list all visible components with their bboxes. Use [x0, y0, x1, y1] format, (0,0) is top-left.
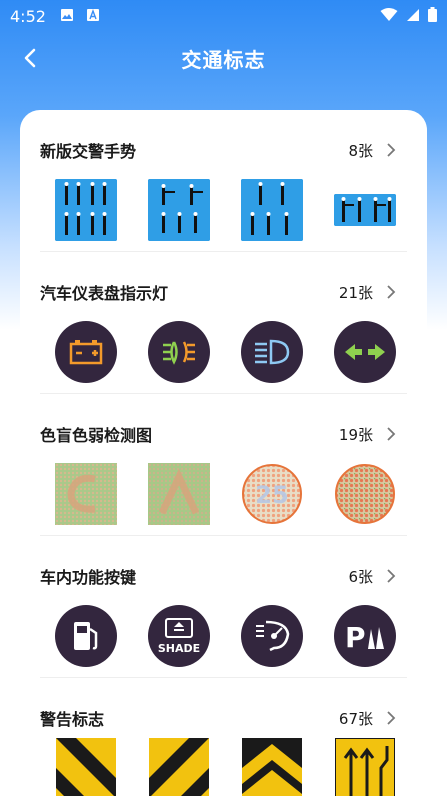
section-title: 色盲色弱检测图	[40, 426, 153, 445]
turn-signal-icon[interactable]	[334, 321, 396, 383]
status-time: 4:52	[10, 6, 46, 26]
warning-sign-4[interactable]	[334, 737, 396, 796]
section-title: 警告标志	[40, 710, 105, 729]
section-warning-signs[interactable]: 警告标志 67张	[40, 678, 407, 796]
battery-warning-icon[interactable]	[55, 321, 117, 383]
back-button[interactable]	[14, 42, 46, 74]
status-bar: 4:52	[0, 0, 447, 32]
warning-sign-3[interactable]	[241, 737, 303, 796]
wifi-icon	[380, 7, 398, 26]
section-count: 6张	[348, 567, 373, 586]
thumbnail-gesture-3[interactable]	[241, 179, 303, 241]
section-color-blindness[interactable]: 色盲色弱检测图 19张 25	[40, 394, 407, 536]
fog-light-icon[interactable]	[148, 321, 210, 383]
section-count: 67张	[338, 709, 373, 728]
section-dashboard-lights[interactable]: 汽车仪表盘指示灯 21张	[40, 252, 407, 394]
thumbnail-gesture-2[interactable]	[148, 179, 210, 241]
fuel-pump-icon[interactable]	[55, 605, 117, 667]
navigation-bar: 交通标志	[0, 34, 447, 82]
section-title: 新版交警手势	[40, 142, 137, 161]
battery-icon	[428, 6, 437, 26]
signal-icon	[406, 7, 420, 26]
parking-sensor-icon[interactable]: P	[334, 605, 396, 667]
section-count: 19张	[338, 425, 373, 444]
svg-text:25: 25	[255, 481, 288, 509]
colorblind-plate-3[interactable]: 25	[241, 463, 303, 525]
section-title: 汽车仪表盘指示灯	[40, 284, 169, 303]
shade-button-icon[interactable]: SHADE	[148, 605, 210, 667]
shade-label: SHADE	[158, 642, 200, 655]
section-title: 车内功能按键	[40, 568, 137, 587]
colorblind-plate-4[interactable]	[334, 463, 396, 525]
section-count: 8张	[348, 141, 373, 160]
warning-sign-1[interactable]	[55, 737, 117, 796]
image-notification-icon	[60, 7, 74, 26]
chevron-right-icon[interactable]	[383, 284, 399, 300]
thumbnail-gesture-1[interactable]	[55, 179, 117, 241]
app-notification-icon	[86, 7, 100, 26]
chevron-right-icon[interactable]	[383, 142, 399, 158]
section-police-gestures[interactable]: 新版交警手势 8张	[40, 110, 407, 252]
chevron-right-icon[interactable]	[383, 426, 399, 442]
page-title: 交通标志	[181, 47, 266, 72]
parking-label: P	[345, 621, 366, 651]
category-card: 新版交警手势 8张 汽车仪表盘指示灯 21张 色盲色弱检测图 19张 25 车内…	[20, 110, 427, 796]
section-count: 21张	[338, 283, 373, 302]
warning-sign-2[interactable]	[148, 737, 210, 796]
thumbnail-gesture-4[interactable]	[334, 179, 396, 241]
chevron-right-icon[interactable]	[383, 710, 399, 726]
section-car-buttons[interactable]: 车内功能按键 6张 SHADE P	[40, 536, 407, 678]
colorblind-plate-2[interactable]	[148, 463, 210, 525]
headlight-icon[interactable]	[241, 321, 303, 383]
chevron-left-icon	[24, 48, 36, 68]
colorblind-plate-1[interactable]	[55, 463, 117, 525]
chevron-right-icon[interactable]	[383, 568, 399, 584]
windshield-wiper-icon[interactable]	[241, 605, 303, 667]
